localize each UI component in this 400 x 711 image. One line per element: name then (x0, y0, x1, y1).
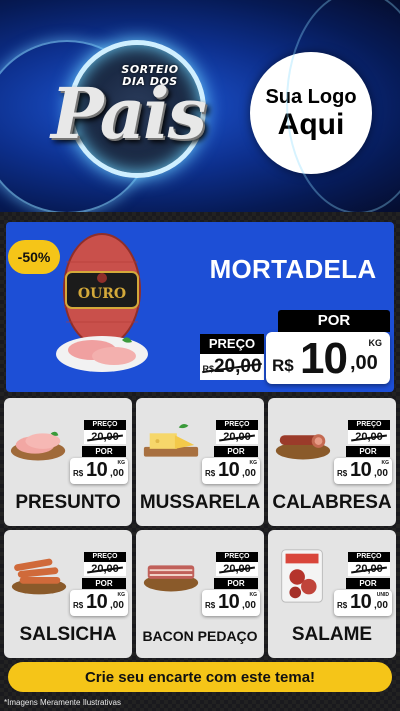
hero-preco-label: PREÇO (200, 334, 264, 354)
price-cents: ,00 (374, 468, 388, 479)
logo-line1: Sua Logo (265, 86, 357, 108)
por-label: POR (82, 446, 126, 457)
old-price: 20,00 (216, 562, 258, 576)
product-card[interactable]: PREÇO20,00 POR R$10,00 KG PRESUNTO (4, 398, 132, 526)
preco-label: PREÇO (84, 552, 126, 562)
hero-por-label: POR (278, 310, 390, 332)
old-price: 20,00 (216, 430, 258, 444)
por-label: POR (214, 578, 258, 589)
product-name: SALAME (291, 624, 373, 645)
salami-pack-icon (281, 549, 323, 603)
price-cents: ,00 (374, 600, 388, 611)
old-price: 20,00 (348, 430, 390, 444)
disclaimer-text: *Imagens Meramente Ilustrativas (4, 698, 121, 707)
new-price: R$ 10,00 KG (202, 458, 260, 484)
discount-badge: -50% (8, 240, 60, 274)
ham-slices-icon (10, 431, 66, 461)
hot-dog-sausage-icon (11, 558, 67, 595)
old-price: 20,00 (348, 562, 390, 576)
product-card[interactable]: PREÇO20,00 POR R$10,00 UNID SALAME (268, 530, 396, 658)
new-price: R$ 10,00 KG (70, 590, 128, 616)
currency: R$ (205, 469, 216, 478)
new-price: R$ 10,00 KG (334, 458, 392, 484)
hero-price-int: 10 (300, 334, 348, 383)
currency: R$ (337, 601, 348, 610)
hero-old-price: R$20,00 (200, 354, 264, 380)
product-card[interactable]: PREÇO20,00 POR R$10,00 KG MUSSARELA (136, 398, 264, 526)
hero-currency: R$ (272, 356, 294, 375)
hero-product-name: MORTADELA (209, 254, 377, 284)
product-card[interactable]: PREÇO20,00 POR R$10,00 KG BACON PEDAÇO (136, 530, 264, 658)
currency: R$ (73, 601, 84, 610)
sausage-icon (275, 434, 331, 460)
product-name: BACON PEDAÇO (142, 628, 258, 644)
currency: R$ (337, 469, 348, 478)
new-price: R$ 10,00 KG (202, 590, 260, 616)
product-card[interactable]: PREÇO20,00 POR R$10,00 KG SALSICHA (4, 530, 132, 658)
logo-placeholder[interactable]: Sua Logo Aqui (250, 52, 372, 174)
product-name: SALSICHA (19, 624, 117, 645)
price-int: 10 (350, 591, 372, 613)
price-unit: KG (249, 592, 258, 598)
hero-new-price: R$ 10 ,00 KG (266, 332, 390, 384)
price-int: 10 (350, 459, 372, 481)
bacon-icon (143, 565, 199, 592)
create-flyer-button[interactable]: Crie seu encarte com este tema! (8, 662, 392, 692)
price-int: 10 (86, 591, 108, 613)
price-unit: KG (117, 460, 126, 466)
product-name: CALABRESA (272, 492, 392, 513)
preco-label: PREÇO (84, 420, 126, 430)
old-price: 20,00 (84, 562, 126, 576)
preco-label: PREÇO (348, 420, 390, 430)
por-label: POR (214, 446, 258, 457)
price-int: 10 (218, 591, 240, 613)
price-int: 10 (218, 459, 240, 481)
por-label: POR (346, 446, 390, 457)
por-label: POR (82, 578, 126, 589)
brand-label: OURO (78, 286, 126, 302)
price-unit: KG (117, 592, 126, 598)
mortadela-icon: OURO (56, 233, 148, 372)
logo-line2: Aqui (277, 108, 345, 141)
price-int: 10 (86, 459, 108, 481)
price-cents: ,00 (110, 468, 124, 479)
hero-unit: KG (368, 338, 383, 348)
price-unit: UNID (376, 592, 389, 598)
currency: R$ (205, 601, 216, 610)
currency: R$ (73, 469, 84, 478)
price-cents: ,00 (242, 600, 256, 611)
price-cents: ,00 (242, 468, 256, 479)
product-name: PRESUNTO (15, 492, 121, 513)
product-name: MUSSARELA (139, 492, 261, 513)
price-unit: KG (249, 460, 258, 466)
preco-label: PREÇO (216, 420, 258, 430)
hero-price-cents: ,00 (350, 352, 378, 374)
old-price: 20,00 (84, 430, 126, 444)
cheese-icon (143, 424, 199, 457)
new-price: R$ 10,00 UNID (334, 590, 392, 616)
por-label: POR (346, 578, 390, 589)
new-price: R$ 10,00 KG (70, 458, 128, 484)
preco-label: PREÇO (216, 552, 258, 562)
price-cents: ,00 (110, 600, 124, 611)
price-unit: KG (381, 460, 390, 466)
product-card[interactable]: PREÇO20,00 POR R$10,00 KG CALABRESA (268, 398, 396, 526)
header-banner: SORTEIO DIA DOS Pais Sua Logo Aqui (0, 0, 400, 212)
preco-label: PREÇO (348, 552, 390, 562)
header-title: Pais (50, 72, 207, 155)
